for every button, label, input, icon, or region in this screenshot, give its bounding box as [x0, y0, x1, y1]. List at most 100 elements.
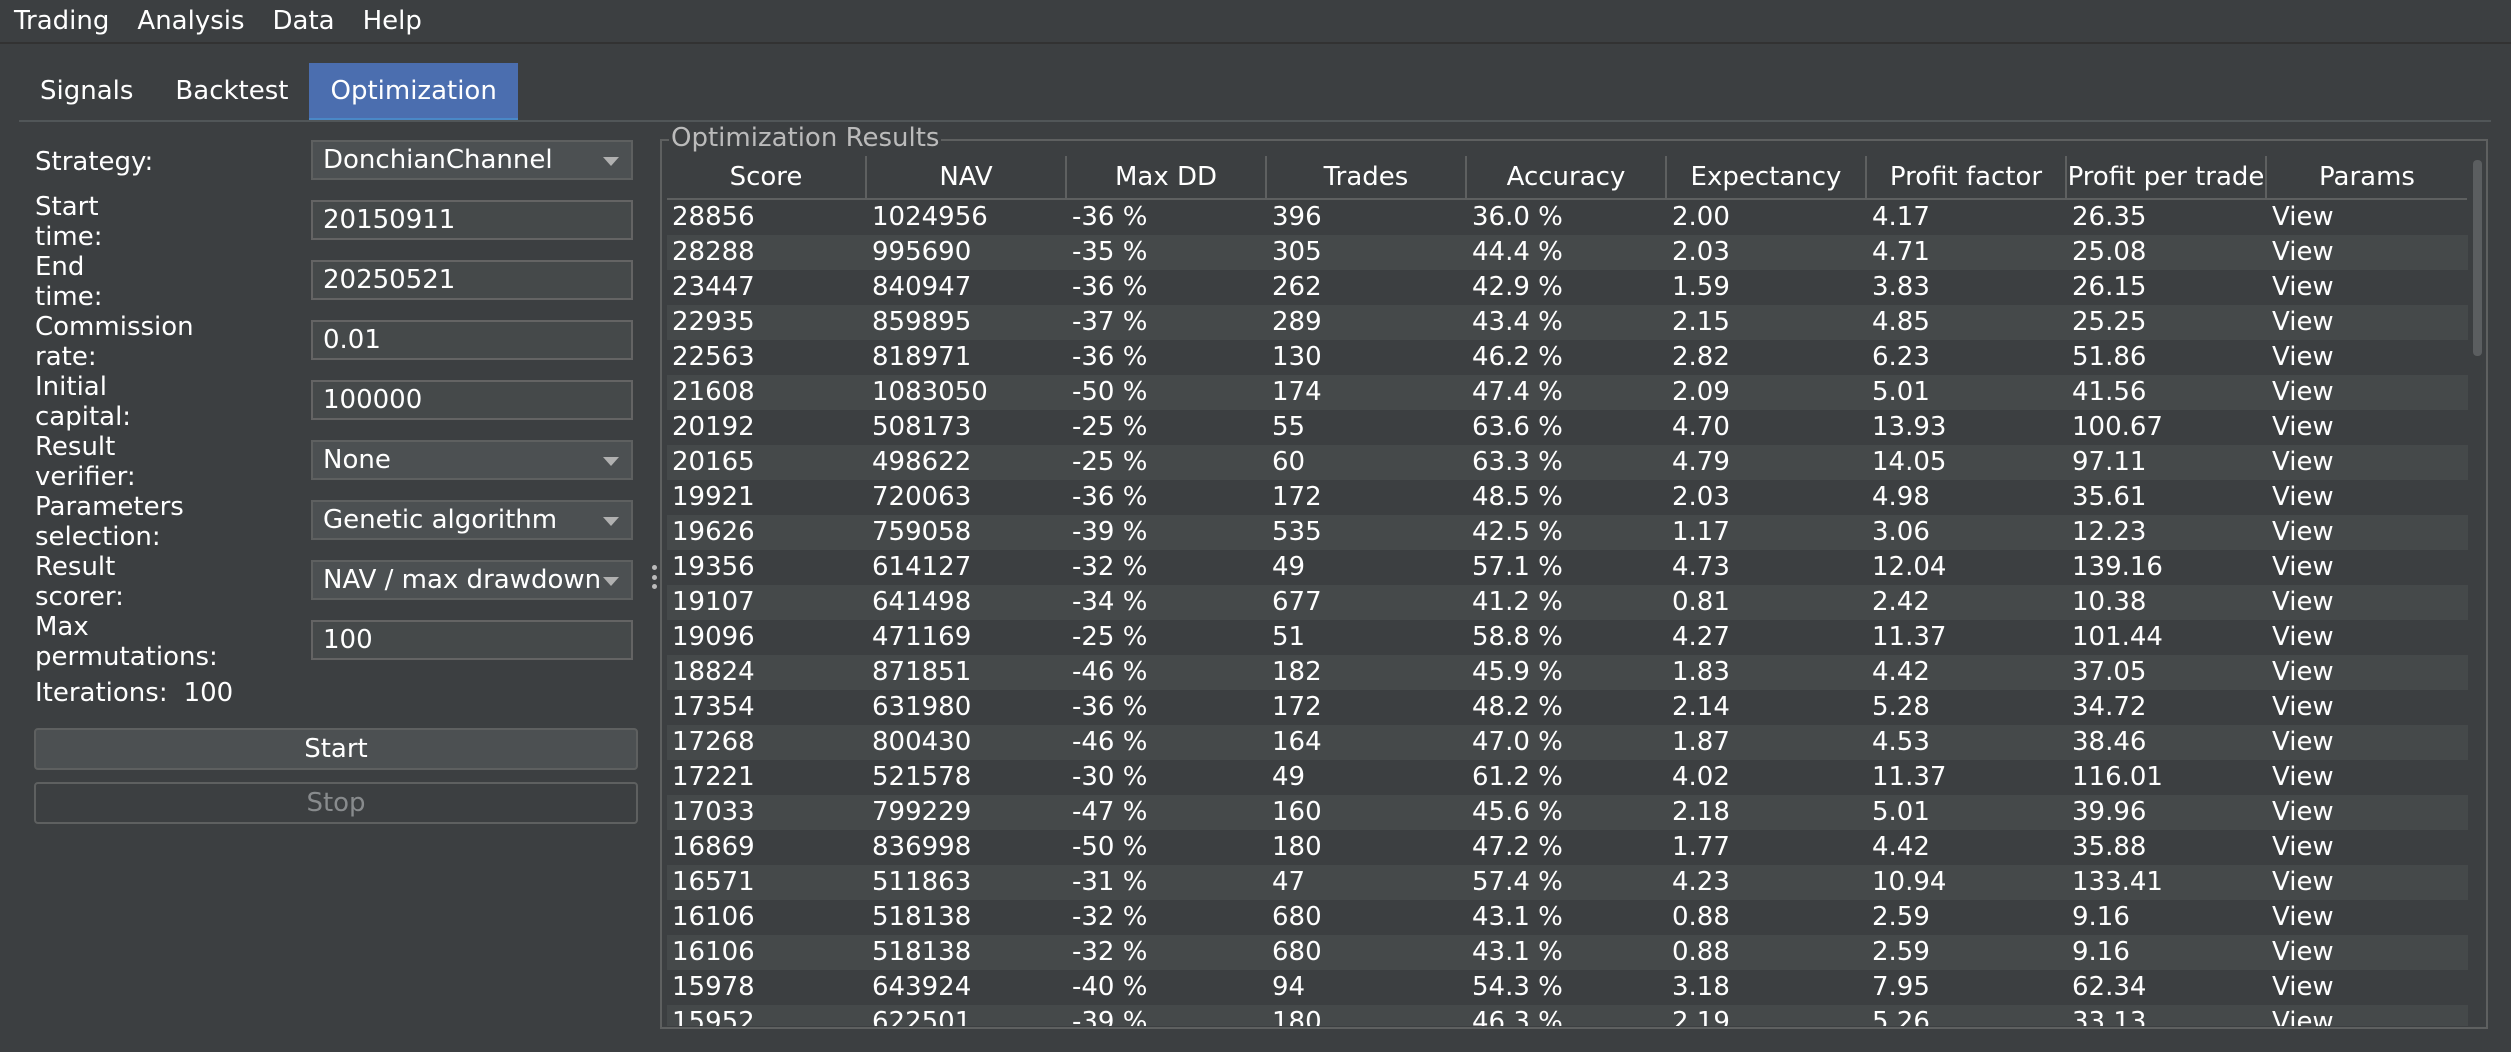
tab-optimization[interactable]: Optimization [309, 63, 518, 121]
stop-button[interactable]: Stop [34, 782, 638, 824]
table-row[interactable]: 17354 631980 -36 % 172 48.2 % 2.14 5.28 34.72 Vi… [667, 690, 2468, 725]
view-params-link[interactable]: View [2267, 760, 2467, 795]
view-params-link[interactable]: View [2267, 270, 2467, 305]
table-cell: -39 % [1072, 517, 1148, 547]
view-params-link[interactable]: View [2267, 900, 2467, 935]
table-cell: 614127 [872, 552, 972, 582]
parameters-selection-select[interactable]: Genetic algorithm [311, 500, 633, 540]
view-params-link[interactable]: View [2267, 375, 2467, 410]
table-row[interactable]: 19356 614127 -32 % 49 57.1 % 4.73 12.04 139.16 V… [667, 550, 2468, 585]
view-params-link[interactable]: View [2267, 970, 2467, 1005]
view-params-link[interactable]: View [2267, 585, 2467, 620]
table-row[interactable]: 15978 643924 -40 % 94 54.3 % 3.18 7.95 62.34 Vie… [667, 970, 2468, 1005]
commission-rate-input[interactable]: 0.01 [311, 320, 633, 360]
view-params-link[interactable]: View [2267, 690, 2467, 725]
view-params-link[interactable]: View [2267, 550, 2467, 585]
table-cell: 44.4 % [1472, 237, 1563, 267]
table-row[interactable]: 21608 1083050 -50 % 174 47.4 % 2.09 5.01 41.56 V… [667, 375, 2468, 410]
table-cell: 57.1 % [1472, 552, 1563, 582]
scrollbar-thumb[interactable] [2473, 160, 2482, 356]
table-row[interactable]: 20192 508173 -25 % 55 63.6 % 4.70 13.93 100.67 V… [667, 410, 2468, 445]
view-params-link[interactable]: View [2267, 305, 2467, 340]
table-cell: 51 [1272, 622, 1306, 652]
column-header[interactable]: Max DD [1067, 156, 1267, 200]
view-params-link[interactable]: View [2267, 480, 2467, 515]
table-row[interactable]: 20165 498622 -25 % 60 63.3 % 4.79 14.05 97.11 Vi… [667, 445, 2468, 480]
results-scrollbar[interactable] [2469, 156, 2485, 1026]
view-params-link[interactable]: View [2267, 725, 2467, 760]
table-row[interactable]: 23447 840947 -36 % 262 42.9 % 1.59 3.83 26.15 Vi… [667, 270, 2468, 305]
table-row[interactable]: 28856 1024956 -36 % 396 36.0 % 2.00 4.17 26.35 V… [667, 200, 2468, 235]
column-header[interactable]: NAV [867, 156, 1067, 200]
column-header[interactable]: Score [667, 156, 867, 200]
tab-signals[interactable]: Signals [19, 63, 154, 121]
column-header[interactable]: Params [2267, 156, 2467, 200]
table-cell: 172 [1272, 482, 1322, 512]
table-row[interactable]: 15952 622501 -39 % 180 46.3 % 2.19 5.26 33.13 Vi… [667, 1005, 2468, 1026]
table-row[interactable]: 19107 641498 -34 % 677 41.2 % 0.81 2.42 10.38 Vi… [667, 585, 2468, 620]
menu-help[interactable]: Help [349, 0, 436, 42]
table-cell: 14.05 [1872, 447, 1947, 477]
view-params-link[interactable]: View [2267, 410, 2467, 445]
table-row[interactable]: 17033 799229 -47 % 160 45.6 % 2.18 5.01 39.96 Vi… [667, 795, 2468, 830]
view-params-link[interactable]: View [2267, 200, 2467, 235]
view-params-link[interactable]: View [2267, 515, 2467, 550]
table-row[interactable]: 19921 720063 -36 % 172 48.5 % 2.03 4.98 35.61 Vi… [667, 480, 2468, 515]
view-params-link[interactable]: View [2267, 865, 2467, 900]
table-row[interactable]: 18824 871851 -46 % 182 45.9 % 1.83 4.42 37.05 Vi… [667, 655, 2468, 690]
menu-trading[interactable]: Trading [0, 0, 123, 42]
view-params-link[interactable]: View [2267, 1005, 2467, 1026]
column-header[interactable]: Profit factor [1867, 156, 2067, 200]
table-cell: 58.8 % [1472, 622, 1563, 652]
column-header[interactable]: Trades [1267, 156, 1467, 200]
view-params-link[interactable]: View [2267, 235, 2467, 270]
column-header[interactable]: Expectancy [1667, 156, 1867, 200]
view-params-link[interactable]: View [2267, 445, 2467, 480]
end-time-input[interactable]: 20250521 [311, 260, 633, 300]
table-row[interactable]: 17268 800430 -46 % 164 47.0 % 1.87 4.53 38.46 Vi… [667, 725, 2468, 760]
view-params-link[interactable]: View [2267, 830, 2467, 865]
table-cell: -31 % [1072, 867, 1148, 897]
view-params-link[interactable]: View [2267, 935, 2467, 970]
start-button[interactable]: Start [34, 728, 638, 770]
table-cell: 17354 [672, 692, 755, 722]
table-row[interactable]: 22563 818971 -36 % 130 46.2 % 2.82 6.23 51.86 Vi… [667, 340, 2468, 375]
table-cell: 4.23 [1672, 867, 1730, 897]
table-row[interactable]: 22935 859895 -37 % 289 43.4 % 2.15 4.85 25.25 Vi… [667, 305, 2468, 340]
max-permutations-input[interactable]: 100 [311, 620, 633, 660]
table-row[interactable]: 16571 511863 -31 % 47 57.4 % 4.23 10.94 133.41 V… [667, 865, 2468, 900]
table-row[interactable]: 16106 518138 -32 % 680 43.1 % 0.88 2.59 9.16 Vie… [667, 900, 2468, 935]
table-cell: 2.15 [1672, 307, 1730, 337]
initial-capital-input[interactable]: 100000 [311, 380, 633, 420]
table-row[interactable]: 19626 759058 -39 % 535 42.5 % 1.17 3.06 12.23 Vi… [667, 515, 2468, 550]
result-verifier-select[interactable]: None [311, 440, 633, 480]
table-row[interactable]: 19096 471169 -25 % 51 58.8 % 4.27 11.37 101.44 V… [667, 620, 2468, 655]
table-cell: 2.14 [1672, 692, 1730, 722]
result-scorer-select[interactable]: NAV / max drawdown [311, 560, 633, 600]
view-params-link[interactable]: View [2267, 795, 2467, 830]
table-cell: 4.98 [1872, 482, 1930, 512]
table-cell: 3.18 [1672, 972, 1730, 1002]
menu-data[interactable]: Data [259, 0, 349, 42]
view-params-link[interactable]: View [2267, 340, 2467, 375]
table-cell: 16106 [672, 937, 755, 967]
start-time-input[interactable]: 20150911 [311, 200, 633, 240]
table-row[interactable]: 16869 836998 -50 % 180 47.2 % 1.77 4.42 35.88 Vi… [667, 830, 2468, 865]
split-pane-handle[interactable] [651, 565, 657, 589]
table-cell: -35 % [1072, 237, 1148, 267]
view-params-link[interactable]: View [2267, 620, 2467, 655]
tab-backtest[interactable]: Backtest [154, 63, 309, 121]
menu-analysis[interactable]: Analysis [123, 0, 258, 42]
table-row[interactable]: 16106 518138 -32 % 680 43.1 % 0.88 2.59 9.16 Vie… [667, 935, 2468, 970]
view-params-link[interactable]: View [2267, 655, 2467, 690]
table-row[interactable]: 28288 995690 -35 % 305 44.4 % 2.03 4.71 25.08 Vi… [667, 235, 2468, 270]
table-cell: 26.35 [2072, 202, 2147, 232]
table-cell: -25 % [1072, 447, 1148, 477]
table-cell: 4.85 [1872, 307, 1930, 337]
column-header[interactable]: Profit per trade [2067, 156, 2267, 200]
column-header[interactable]: Accuracy [1467, 156, 1667, 200]
result-verifier-value: None [323, 445, 391, 475]
strategy-select[interactable]: DonchianChannel [311, 140, 633, 180]
table-cell: 11.37 [1872, 762, 1947, 792]
table-row[interactable]: 17221 521578 -30 % 49 61.2 % 4.02 11.37 116.01 V… [667, 760, 2468, 795]
